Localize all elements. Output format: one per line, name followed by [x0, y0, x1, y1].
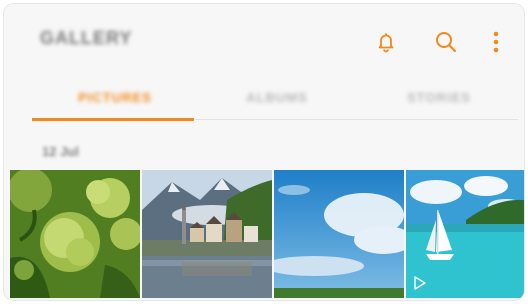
gallery-app: GALLERY PICTURES ALBUMS STORIES 12 Jul: [4, 4, 524, 300]
date-header: 12 Jul: [42, 144, 79, 159]
tab-stories[interactable]: STORIES: [394, 90, 484, 110]
more-vertical-icon: [493, 31, 499, 53]
photo-thumbnail[interactable]: [10, 170, 140, 298]
search-icon: [436, 32, 457, 53]
photo-thumbnail[interactable]: [142, 170, 272, 298]
flower-photo: [10, 170, 140, 298]
sky-photo: [274, 170, 404, 298]
bell-icon: [378, 33, 394, 53]
search-button[interactable]: [432, 28, 460, 56]
photo-grid: [10, 170, 524, 300]
more-options-button[interactable]: [482, 28, 510, 56]
app-title: GALLERY: [40, 28, 133, 48]
tab-selected-indicator: [32, 118, 194, 121]
tab-divider: [194, 119, 518, 120]
app-header: GALLERY PICTURES ALBUMS STORIES 12 Jul: [4, 4, 524, 160]
play-icon: [414, 276, 426, 290]
notifications-button[interactable]: [372, 28, 400, 56]
tab-bar: PICTURES ALBUMS STORIES: [32, 84, 518, 126]
tab-pictures[interactable]: PICTURES: [70, 90, 160, 110]
photo-thumbnail[interactable]: [274, 170, 404, 298]
video-thumbnail[interactable]: [406, 170, 524, 298]
tab-albums[interactable]: ALBUMS: [232, 90, 322, 110]
village-photo: [142, 170, 272, 298]
